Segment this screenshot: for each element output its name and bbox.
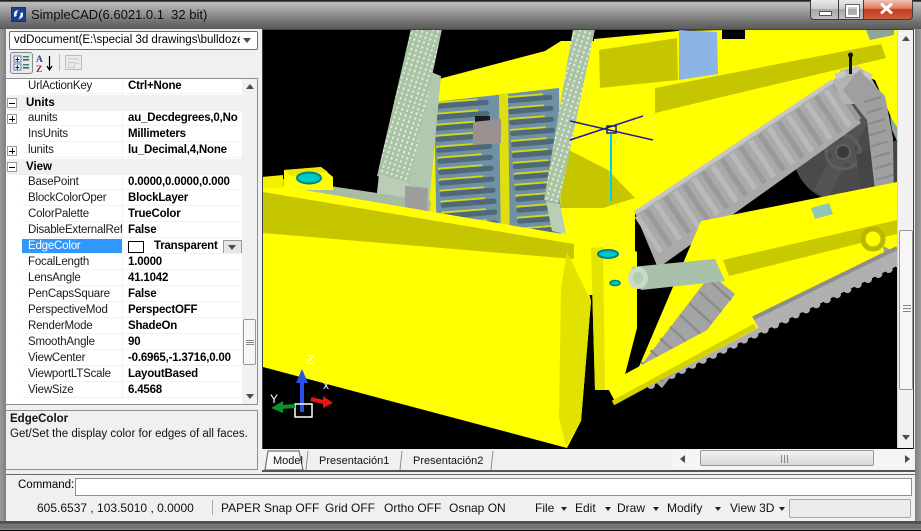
svg-text:+: + [15, 63, 20, 72]
svg-text:Z: Z [36, 65, 42, 74]
svg-text:Model: Model [273, 455, 303, 467]
svg-text:x: x [323, 378, 329, 392]
svg-text:Z: Z [306, 352, 314, 367]
svg-text:A: A [36, 55, 43, 65]
svg-text:Y: Y [270, 392, 278, 406]
svg-text:Presentación2: Presentación2 [413, 455, 483, 467]
svg-text:Presentación1: Presentación1 [319, 455, 389, 467]
